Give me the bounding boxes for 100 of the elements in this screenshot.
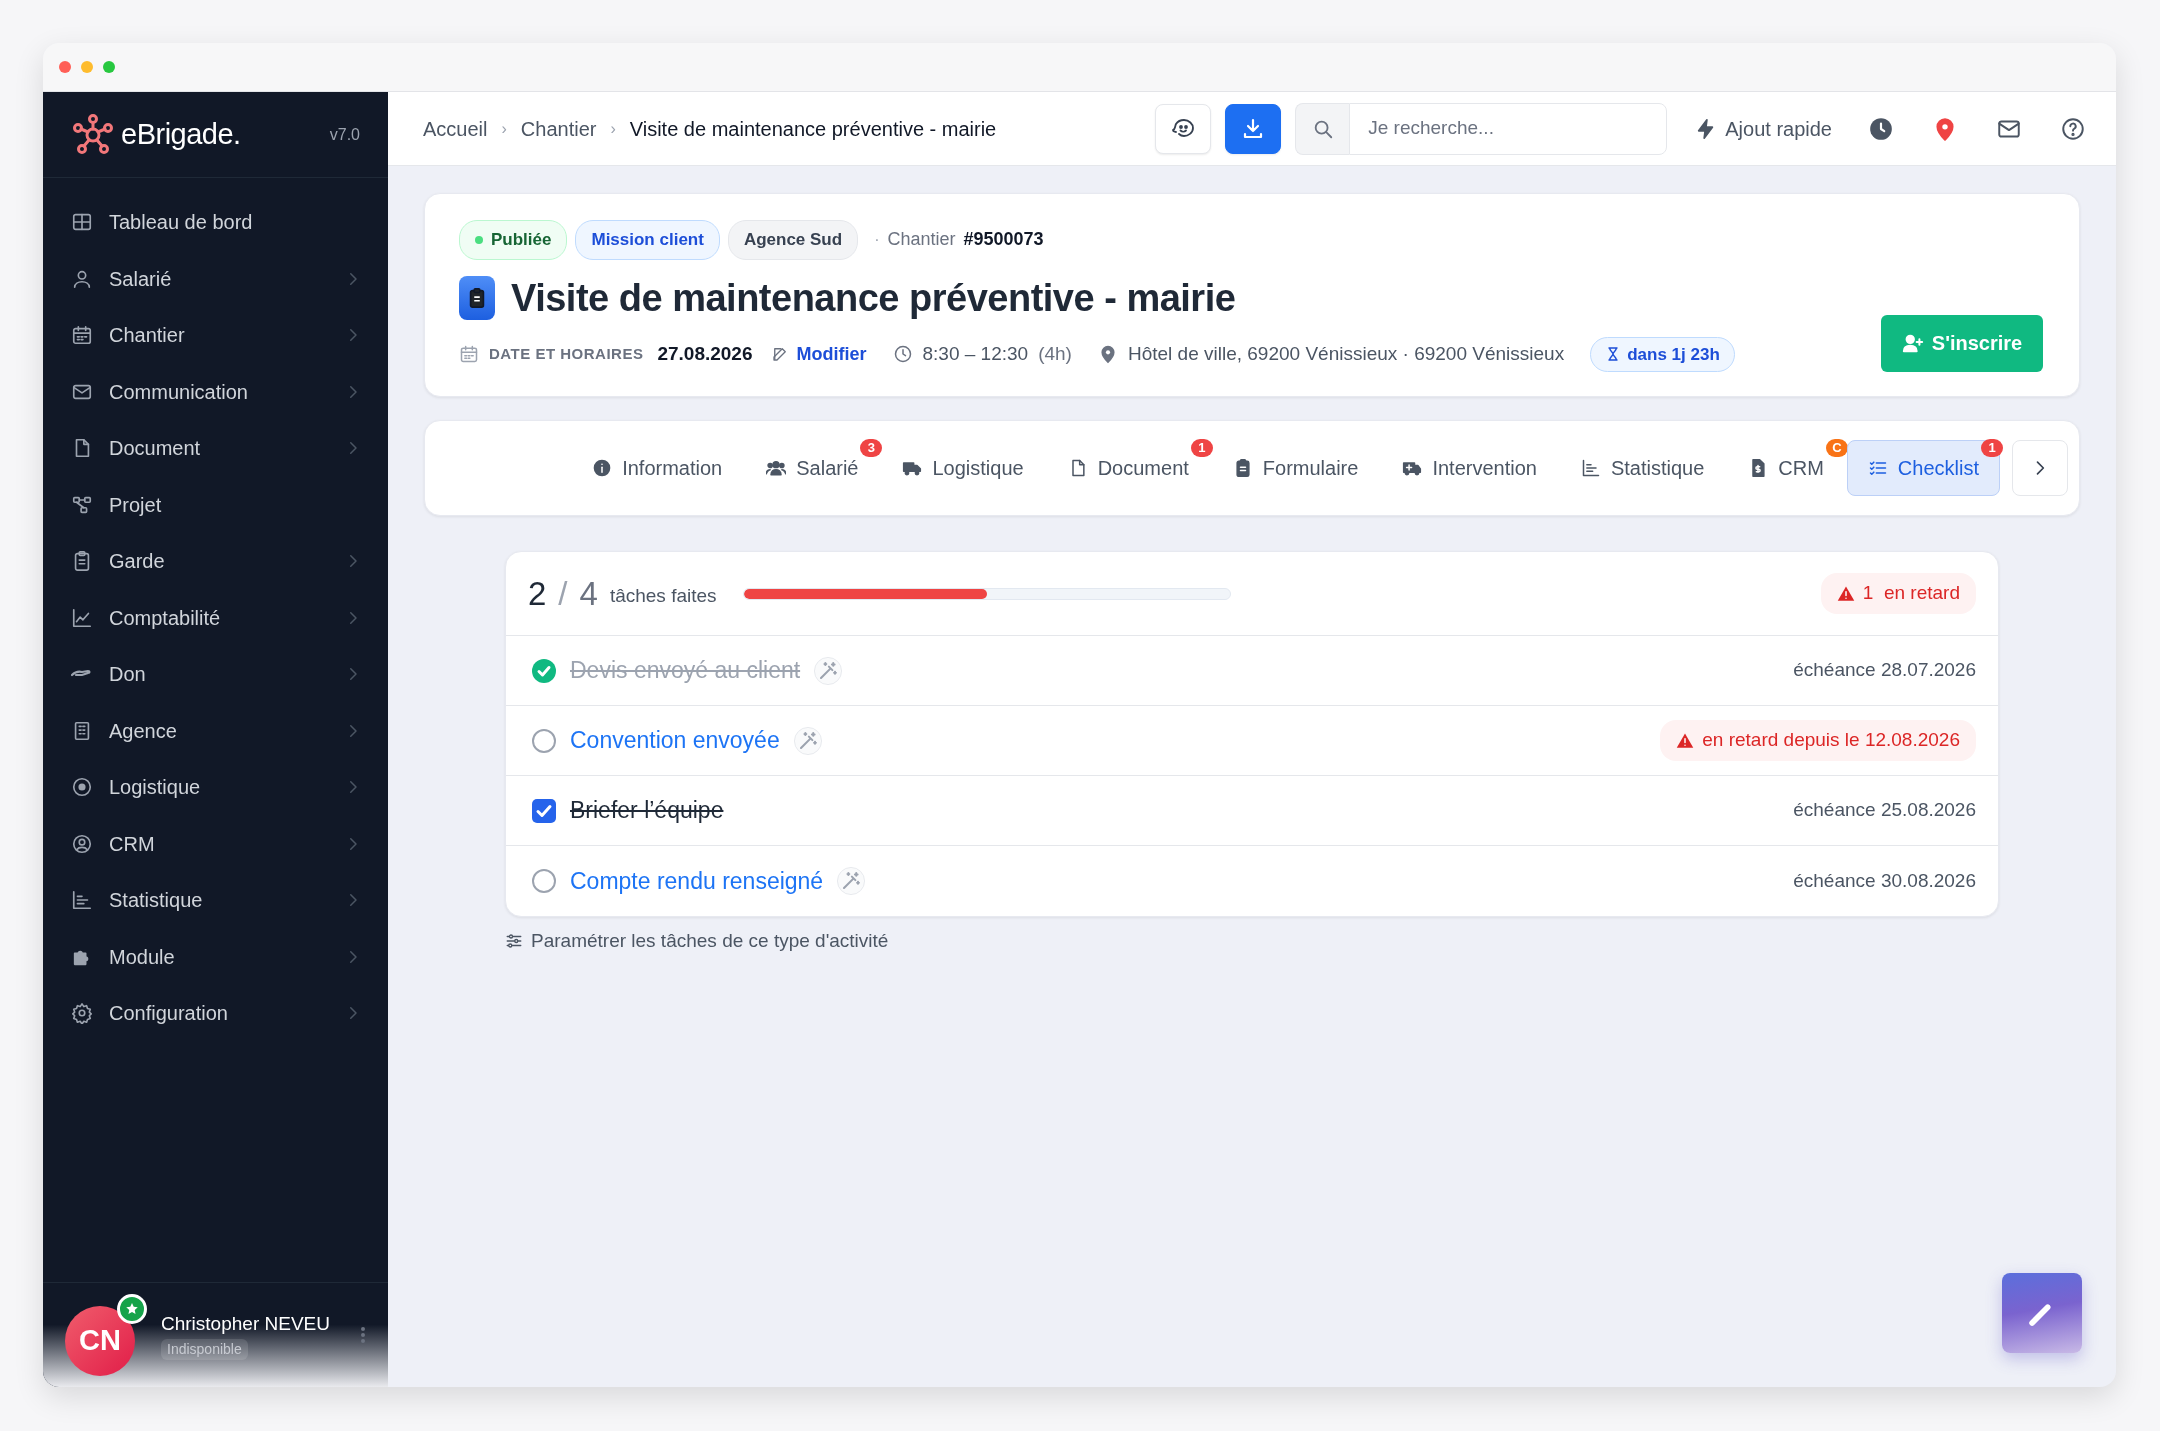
task-link[interactable]: Convention envoyée [570,723,780,758]
tab[interactable]: Logistique [881,440,1045,496]
event-time: 8:30 – 12:30 [922,342,1029,366]
checkbox[interactable] [532,798,556,823]
task-link[interactable]: Compte rendu renseigné [570,863,824,899]
radio-circle[interactable] [532,728,556,753]
more-icon[interactable] [360,1325,366,1345]
slash-separator: / [558,573,568,614]
tab[interactable]: Statistique [1559,440,1726,496]
tab[interactable]: Document 1 [1046,440,1210,496]
count-badge: 1 [1981,439,2003,457]
edit-link[interactable]: Modifier [770,340,867,368]
event-title: Visite de maintenance préventive - mairie [511,275,1236,321]
logo-icon [71,112,115,157]
edit-icon [770,345,789,364]
magic-wand-icon [814,656,843,685]
task-label: Briefer l’équipe [570,796,724,826]
breadcrumb-separator: › [501,118,507,139]
sidebar-item[interactable]: Garde [43,533,388,590]
tab[interactable]: Salarié 3 [745,440,880,496]
magic-wand-icon [837,867,866,895]
sidebar-item[interactable]: Configuration [43,985,388,1042]
brand-name: eBrigade. [121,116,241,152]
user-name: Christopher NEVEU [161,1312,330,1337]
task-label: Devis envoyé au client [570,656,801,686]
bar-chart-icon [1580,458,1601,478]
countdown-badge: dans 1j 23h [1590,336,1735,372]
count-badge: 3 [860,439,883,457]
magic-wand-icon [793,726,822,755]
radio-circle[interactable] [532,869,556,893]
event-date: 27.08.2026 [657,342,753,366]
calendar-icon [71,324,93,347]
due-date: échéance 30.08.2026 [1793,868,1976,893]
event-type: Chantier [887,228,956,252]
maximize-window-button[interactable] [103,61,115,73]
event-duration: (4h) [1038,342,1072,366]
sidebar-item[interactable]: Comptabilité [43,589,388,646]
overdue-badge: 1 en retard [1820,573,1976,614]
edit-button[interactable] [2002,1273,2082,1353]
navigation-button[interactable] [1155,103,1212,154]
download-button[interactable] [1225,103,1282,154]
quick-add-button[interactable]: Ajout rapide [1689,112,1838,145]
checklist-icon [1867,458,1888,478]
progress-label: tâches faites [609,584,717,609]
tab[interactable]: Formulaire [1211,440,1380,496]
sidebar-item[interactable]: Tableau de bord [43,194,388,251]
clock-icon [892,344,913,365]
sidebar-item[interactable]: Logistique [43,759,388,816]
breadcrumb-item[interactable]: Accueil [423,113,488,144]
clipboard-icon [459,276,495,320]
history-icon [1868,115,1894,142]
sidebar-item[interactable]: Document [43,420,388,477]
sliders-icon [505,932,523,951]
breadcrumb-item[interactable]: Chantier [520,113,597,144]
event-number: #9500073 [963,228,1044,252]
user-plus-icon [1901,332,1924,355]
count-badge: 1 [1190,439,1213,457]
bar-chart-icon [71,889,93,912]
avatar[interactable]: CN [65,1306,135,1376]
tag: Agence Sud [727,220,859,260]
settings-link[interactable]: Paramétrer les tâches de ce type d'activité [505,927,1999,956]
tab[interactable]: Information [571,440,744,496]
sidebar-item[interactable]: Communication [43,363,388,420]
separator-dot: · [874,229,880,250]
sidebar-item[interactable]: Don [43,646,388,703]
breadcrumb-separator: › [610,118,616,139]
status-badge: Publiée [459,220,568,260]
sidebar-item[interactable]: Projet [43,476,388,533]
tab[interactable]: CRM C [1727,440,1845,496]
due-date: échéance 28.07.2026 [1793,658,1976,683]
sidebar-item[interactable]: Salarié [43,250,388,307]
warning-icon [1836,584,1855,603]
line-chart-icon [71,606,93,629]
close-window-button[interactable] [59,61,71,73]
tab[interactable]: Checklist 1 [1846,440,2000,496]
tag: Mission client [575,220,720,260]
user-status: Indisponible [161,1338,248,1360]
date-label: DATE ET HORAIRES [489,344,644,364]
help-icon [2060,115,2086,142]
total-count: 4 [579,573,598,614]
tab[interactable]: Intervention [1381,440,1558,496]
done-count: 2 [528,573,547,614]
sidebar-item[interactable]: Statistique [43,872,388,929]
due-date: échéance 25.08.2026 [1793,798,1976,823]
event-location: Hôtel de ville, 69200 Vénissieux · 69200 Vénissieux [1127,342,1565,366]
overdue-badge: en retard depuis le 12.08.2026 [1660,720,1976,761]
user-circle-icon [71,832,93,855]
sidebar-item[interactable]: CRM [43,815,388,872]
version-label: v7.0 [329,124,360,145]
check-circle-icon[interactable] [532,658,556,683]
sidebar-item[interactable]: Module [43,928,388,985]
minimize-window-button[interactable] [81,61,93,73]
target-icon [71,776,93,799]
search-field[interactable]: Je recherche... [1349,102,1668,155]
sidebar-item[interactable]: Chantier [43,307,388,364]
sidebar-item[interactable]: Agence [43,702,388,759]
info-icon [592,458,613,478]
users-icon [766,458,787,478]
settings-icon [71,1002,93,1025]
breadcrumb-item: Visite de maintenance préventive - mairie [629,116,997,142]
